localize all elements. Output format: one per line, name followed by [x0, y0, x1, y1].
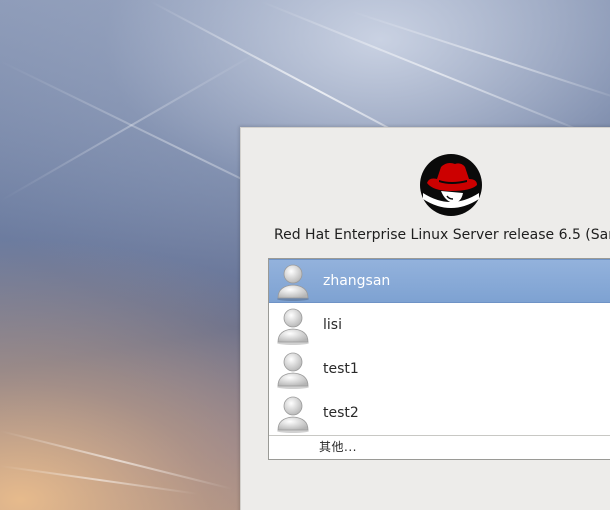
user-item-test1[interactable]: test1 [269, 347, 610, 391]
user-avatar-icon [277, 396, 309, 433]
login-dialog: Red Hat Enterprise Linux Server release … [240, 127, 610, 510]
wallpaper-streak [0, 50, 261, 202]
user-avatar-icon [277, 308, 309, 345]
desktop-background: Red Hat Enterprise Linux Server release … [0, 0, 610, 510]
wallpaper-streak [259, 0, 610, 145]
wallpaper-streak [349, 10, 610, 105]
wallpaper-streak [0, 465, 199, 495]
release-label: Red Hat Enterprise Linux Server release … [274, 227, 610, 243]
user-item-lisi[interactable]: lisi [269, 303, 610, 347]
user-name: test2 [323, 405, 359, 421]
user-name: lisi [323, 317, 342, 333]
other-user-item[interactable]: 其他... [269, 435, 610, 457]
user-item-test2[interactable]: test2 [269, 391, 610, 435]
other-user-label: 其他... [319, 440, 357, 454]
user-avatar-icon [277, 352, 309, 389]
wallpaper-streak [0, 430, 233, 491]
user-name: zhangsan [323, 273, 391, 289]
user-name: test1 [323, 361, 359, 377]
user-list: zhangsan lisi test1 test2 其他... [268, 258, 610, 460]
user-avatar-icon [277, 264, 309, 301]
user-item-zhangsan[interactable]: zhangsan [269, 259, 610, 303]
redhat-logo-icon [420, 154, 482, 216]
